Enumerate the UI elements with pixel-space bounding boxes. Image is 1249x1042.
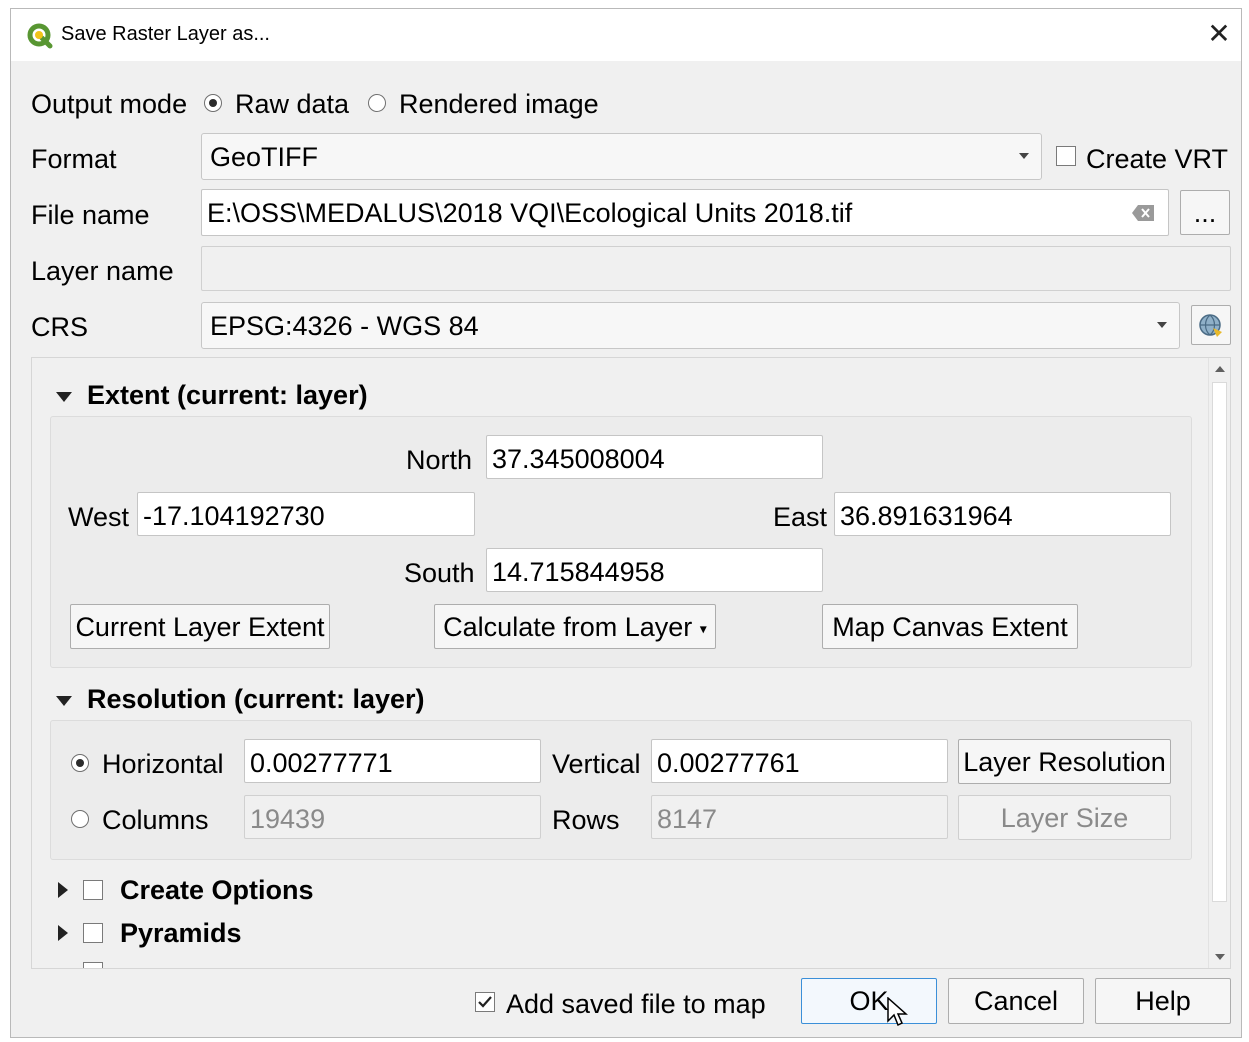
layer-resolution-label: Layer Resolution bbox=[963, 747, 1166, 777]
ok-label: OK bbox=[849, 986, 889, 1016]
expand-arrow-icon[interactable] bbox=[58, 882, 68, 898]
current-layer-extent-label: Current Layer Extent bbox=[75, 612, 325, 642]
add-to-map-label[interactable]: Add saved file to map bbox=[506, 989, 766, 1020]
map-canvas-extent-button[interactable]: Map Canvas Extent bbox=[822, 604, 1078, 649]
window-title: Save Raster Layer as... bbox=[61, 23, 270, 45]
cancel-button[interactable]: Cancel bbox=[948, 978, 1084, 1024]
chevron-down-icon bbox=[1019, 153, 1029, 159]
east-input[interactable]: 36.891631964 bbox=[834, 492, 1171, 536]
help-label: Help bbox=[1135, 986, 1191, 1016]
crs-label: CRS bbox=[31, 312, 89, 342]
layer-name-input[interactable] bbox=[201, 246, 1231, 291]
rows-label: Rows bbox=[552, 805, 620, 835]
crs-value: EPSG:4326 - WGS 84 bbox=[210, 311, 479, 341]
north-label: North bbox=[406, 445, 473, 475]
options-scroll-area: Extent (current: layer) North 37.3450080… bbox=[31, 357, 1231, 969]
south-input[interactable]: 14.715844958 bbox=[486, 548, 823, 592]
north-input[interactable]: 37.345008004 bbox=[486, 435, 823, 479]
ok-button[interactable]: OK bbox=[801, 978, 937, 1024]
collapse-arrow-icon[interactable] bbox=[56, 696, 72, 706]
map-canvas-extent-label: Map Canvas Extent bbox=[832, 612, 1068, 642]
rendered-image-label[interactable]: Rendered image bbox=[399, 89, 599, 120]
scroll-down-icon[interactable] bbox=[1214, 952, 1226, 962]
layer-size-label: Layer Size bbox=[1000, 803, 1129, 833]
qgis-logo-icon bbox=[27, 23, 53, 49]
layer-resolution-button[interactable]: Layer Resolution bbox=[958, 739, 1171, 784]
east-label: East bbox=[773, 502, 828, 532]
browse-label: ... bbox=[1193, 198, 1217, 228]
west-value: -17.104192730 bbox=[143, 501, 325, 531]
raw-data-label[interactable]: Raw data bbox=[235, 89, 349, 120]
south-label: South bbox=[404, 558, 475, 588]
next-section-checkbox[interactable] bbox=[83, 962, 103, 968]
layer-size-button[interactable]: Layer Size bbox=[958, 795, 1171, 840]
file-name-value: E:\OSS\MEDALUS\2018 VQI\Ecological Units… bbox=[207, 198, 853, 228]
add-to-map-checkbox[interactable] bbox=[475, 992, 495, 1012]
pyramids-header[interactable]: Pyramids bbox=[120, 918, 242, 949]
columns-input[interactable]: 19439 bbox=[244, 795, 541, 839]
file-name-label: File name bbox=[31, 200, 150, 230]
create-vrt-checkbox[interactable] bbox=[1056, 146, 1076, 166]
globe-icon bbox=[1199, 314, 1222, 337]
north-value: 37.345008004 bbox=[492, 444, 665, 474]
create-options-header[interactable]: Create Options bbox=[120, 875, 314, 906]
columns-radio[interactable] bbox=[71, 810, 89, 828]
rendered-image-radio[interactable] bbox=[368, 94, 386, 112]
vertical-value: 0.00277761 bbox=[657, 748, 800, 778]
checkmark-icon bbox=[478, 996, 492, 1008]
help-button[interactable]: Help bbox=[1095, 978, 1231, 1024]
save-raster-dialog: Save Raster Layer as... ✕ Output mode Ra… bbox=[10, 8, 1242, 1038]
horizontal-input[interactable]: 0.00277771 bbox=[244, 739, 541, 783]
select-crs-button[interactable] bbox=[1191, 305, 1231, 345]
layer-name-label: Layer name bbox=[31, 256, 174, 286]
file-name-input[interactable]: E:\OSS\MEDALUS\2018 VQI\Ecological Units… bbox=[201, 189, 1169, 236]
extent-header[interactable]: Extent (current: layer) bbox=[87, 380, 368, 411]
close-icon[interactable]: ✕ bbox=[1203, 19, 1235, 51]
vertical-input[interactable]: 0.00277761 bbox=[651, 739, 948, 783]
pyramids-checkbox[interactable] bbox=[83, 923, 103, 943]
west-label: West bbox=[68, 502, 130, 532]
south-value: 14.715844958 bbox=[492, 557, 665, 587]
horizontal-radio[interactable] bbox=[71, 754, 89, 772]
format-label: Format bbox=[31, 144, 117, 174]
rows-value: 8147 bbox=[657, 804, 718, 834]
east-value: 36.891631964 bbox=[840, 501, 1013, 531]
calculate-from-layer-button[interactable]: Calculate from Layer ▾ bbox=[434, 604, 716, 649]
collapse-arrow-icon[interactable] bbox=[56, 392, 72, 402]
calculate-from-layer-label: Calculate from Layer ▾ bbox=[443, 612, 707, 642]
columns-label[interactable]: Columns bbox=[102, 805, 209, 836]
chevron-down-icon bbox=[1157, 322, 1167, 328]
resolution-group: Horizontal 0.00277771 Vertical 0.0027776… bbox=[50, 720, 1192, 860]
vertical-scrollbar[interactable] bbox=[1208, 358, 1230, 968]
format-select[interactable]: GeoTIFF bbox=[201, 133, 1042, 180]
cancel-label: Cancel bbox=[973, 986, 1059, 1016]
resolution-header[interactable]: Resolution (current: layer) bbox=[87, 684, 425, 715]
crs-select[interactable]: EPSG:4326 - WGS 84 bbox=[201, 302, 1180, 349]
vertical-label: Vertical bbox=[552, 749, 641, 779]
rows-input[interactable]: 8147 bbox=[651, 795, 948, 839]
horizontal-value: 0.00277771 bbox=[250, 748, 393, 778]
title-bar: Save Raster Layer as... ✕ bbox=[11, 9, 1241, 61]
scrollbar-thumb[interactable] bbox=[1212, 382, 1227, 902]
format-value: GeoTIFF bbox=[210, 142, 319, 172]
clear-text-icon[interactable] bbox=[1132, 205, 1154, 221]
columns-value: 19439 bbox=[250, 804, 326, 834]
mouse-cursor-icon bbox=[887, 997, 908, 1027]
create-options-checkbox[interactable] bbox=[83, 880, 103, 900]
west-input[interactable]: -17.104192730 bbox=[137, 492, 475, 536]
horizontal-label[interactable]: Horizontal bbox=[102, 749, 224, 780]
raw-data-radio[interactable] bbox=[204, 94, 222, 112]
extent-group: North 37.345008004 West -17.104192730 Ea… bbox=[50, 416, 1192, 668]
scroll-up-icon[interactable] bbox=[1214, 364, 1226, 374]
current-layer-extent-button[interactable]: Current Layer Extent bbox=[70, 604, 330, 649]
output-mode-label: Output mode bbox=[31, 89, 188, 119]
create-vrt-label[interactable]: Create VRT bbox=[1086, 144, 1228, 175]
browse-button[interactable]: ... bbox=[1180, 190, 1230, 235]
expand-arrow-icon[interactable] bbox=[58, 925, 68, 941]
